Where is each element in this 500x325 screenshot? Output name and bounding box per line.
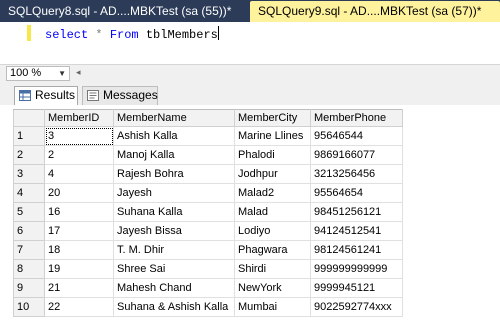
cell-member-id[interactable]: 22 xyxy=(44,297,114,317)
text-caret xyxy=(217,26,219,40)
cell-member-name[interactable]: Jayesh Bissa xyxy=(113,221,235,241)
cell-member-id[interactable]: 19 xyxy=(44,259,114,279)
row-number[interactable]: 6 xyxy=(13,221,45,241)
cell-member-city[interactable]: Lodiyo xyxy=(234,221,311,241)
column-header[interactable]: MemberCity xyxy=(234,109,311,127)
cell-member-id[interactable]: 3 xyxy=(44,126,114,146)
tab-results[interactable]: Results xyxy=(14,86,78,105)
row-number[interactable]: 9 xyxy=(13,278,45,298)
table-row[interactable]: 6 17 Jayesh Bissa Lodiyo 94124512541 xyxy=(13,221,403,241)
table-row[interactable]: 8 19 Shree Sai Shirdi 999999999999 xyxy=(13,259,403,279)
cell-member-name[interactable]: Rajesh Bohra xyxy=(113,164,235,184)
cell-member-id[interactable]: 4 xyxy=(44,164,114,184)
cell-member-phone[interactable]: 9999945121 xyxy=(310,278,403,298)
cell-member-id[interactable]: 16 xyxy=(44,202,114,222)
change-indicator xyxy=(27,25,31,41)
cell-member-id[interactable]: 21 xyxy=(44,278,114,298)
row-number[interactable]: 7 xyxy=(13,240,45,260)
table-row[interactable]: 5 16 Suhana Kalla Malad 98451256121 xyxy=(13,202,403,222)
row-number[interactable]: 8 xyxy=(13,259,45,279)
column-header[interactable]: MemberPhone xyxy=(310,109,403,127)
cell-member-id[interactable]: 18 xyxy=(44,240,114,260)
messages-icon xyxy=(87,90,99,101)
star-operator: * xyxy=(95,28,103,42)
cell-member-name[interactable]: Ashish Kalla xyxy=(113,126,235,146)
table-row[interactable]: 10 22 Suhana & Ashish Kalla Mumbai 902259277… xyxy=(13,297,403,317)
cell-member-phone[interactable]: 3213256456 xyxy=(310,164,403,184)
cell-member-name[interactable]: Manoj Kalla xyxy=(113,145,235,165)
table-row[interactable]: 2 2 Manoj Kalla Phalodi 9869166077 xyxy=(13,145,403,165)
table-name: tblMembers xyxy=(145,28,218,42)
row-number-header[interactable] xyxy=(13,109,45,127)
table-row[interactable]: 1 3 Ashish Kalla Marine Llines 95646544 xyxy=(13,126,403,146)
cell-member-phone[interactable]: 95646544 xyxy=(310,126,403,146)
cell-member-id[interactable]: 20 xyxy=(44,183,114,203)
cell-member-phone[interactable]: 98124561241 xyxy=(310,240,403,260)
cell-member-city[interactable]: Jodhpur xyxy=(234,164,311,184)
table-row[interactable]: 3 4 Rajesh Bohra Jodhpur 3213256456 xyxy=(13,164,403,184)
chevron-down-icon: ▼ xyxy=(58,69,66,78)
row-number[interactable]: 3 xyxy=(13,164,45,184)
row-number[interactable]: 5 xyxy=(13,202,45,222)
scroll-left-icon[interactable]: ◂ xyxy=(76,67,81,78)
cell-member-city[interactable]: Shirdi xyxy=(234,259,311,279)
cell-member-phone[interactable]: 94124512541 xyxy=(310,221,403,241)
column-header[interactable]: MemberID xyxy=(44,109,114,127)
cell-member-phone[interactable]: 9869166077 xyxy=(310,145,403,165)
zoom-value: 100 % xyxy=(10,67,42,79)
cell-member-phone[interactable]: 95564654 xyxy=(310,183,403,203)
cell-member-city[interactable]: Malad2 xyxy=(234,183,311,203)
row-number[interactable]: 2 xyxy=(13,145,45,165)
messages-tab-label: Messages xyxy=(103,88,158,102)
query-editor[interactable]: select * From tblMembers xyxy=(0,22,500,64)
results-grid: MemberID MemberName MemberCity MemberPho… xyxy=(13,109,403,317)
cell-member-city[interactable]: Malad xyxy=(234,202,311,222)
cell-member-name[interactable]: Suhana & Ashish Kalla xyxy=(113,297,235,317)
table-row[interactable]: 7 18 T. M. Dhir Phagwara 98124561241 xyxy=(13,240,403,260)
from-keyword: From xyxy=(109,28,139,42)
table-row[interactable]: 9 21 Mahesh Chand NewYork 9999945121 xyxy=(13,278,403,298)
row-number[interactable]: 10 xyxy=(13,297,45,317)
tab-messages[interactable]: Messages xyxy=(82,86,158,105)
cell-member-phone[interactable]: 98451256121 xyxy=(310,202,403,222)
tab-sqlquery8[interactable]: SQLQuery8.sql - AD....MBKTest (sa (55))* xyxy=(0,1,250,22)
cell-member-id[interactable]: 2 xyxy=(44,145,114,165)
cell-member-city[interactable]: Phalodi xyxy=(234,145,311,165)
row-number[interactable]: 1 xyxy=(13,126,45,146)
cell-member-city[interactable]: Marine Llines xyxy=(234,126,311,146)
row-number[interactable]: 4 xyxy=(13,183,45,203)
cell-member-name[interactable]: T. M. Dhir xyxy=(113,240,235,260)
results-tab-label: Results xyxy=(35,88,76,102)
column-header[interactable]: MemberName xyxy=(113,109,235,127)
zoom-bar: 100 % ▼ ◂ xyxy=(0,64,500,84)
editor-margin xyxy=(0,22,24,64)
cell-member-city[interactable]: Phagwara xyxy=(234,240,311,260)
zoom-dropdown[interactable]: 100 % ▼ xyxy=(6,66,70,81)
header-row: MemberID MemberName MemberCity MemberPho… xyxy=(13,109,403,127)
results-tab-bar: Results Messages xyxy=(0,83,500,105)
grid-icon xyxy=(19,90,31,101)
cell-member-city[interactable]: NewYork xyxy=(234,278,311,298)
tab-sqlquery9[interactable]: SQLQuery9.sql - AD....MBKTest (sa (57))* xyxy=(250,1,500,22)
table-row[interactable]: 4 20 Jayesh Malad2 95564654 xyxy=(13,183,403,203)
query-text[interactable]: select * From tblMembers xyxy=(45,26,219,42)
cell-member-name[interactable]: Shree Sai xyxy=(113,259,235,279)
cell-member-phone[interactable]: 999999999999 xyxy=(310,259,403,279)
cell-member-id[interactable]: 17 xyxy=(44,221,114,241)
cell-member-name[interactable]: Suhana Kalla xyxy=(113,202,235,222)
cell-member-city[interactable]: Mumbai xyxy=(234,297,311,317)
results-grid-area: MemberID MemberName MemberCity MemberPho… xyxy=(0,105,500,325)
document-tab-strip: SQLQuery8.sql - AD....MBKTest (sa (55))*… xyxy=(0,0,500,22)
cell-member-name[interactable]: Jayesh xyxy=(113,183,235,203)
select-keyword: select xyxy=(45,28,89,42)
cell-member-phone[interactable]: 9022592774xxx xyxy=(310,297,403,317)
cell-member-name[interactable]: Mahesh Chand xyxy=(113,278,235,298)
